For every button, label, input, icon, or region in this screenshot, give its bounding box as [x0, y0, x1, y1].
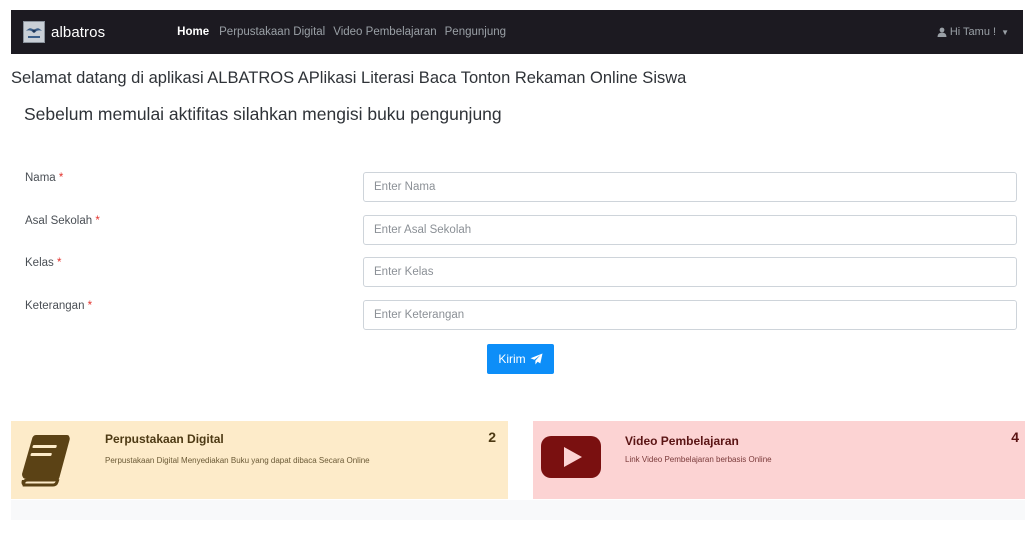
youtube-play-icon	[541, 436, 601, 478]
nav-links: Home Perpustakaan Digital Video Pembelaj…	[177, 26, 514, 38]
card-video-pembelajaran[interactable]: Video Pembelajaran Link Video Pembelajar…	[533, 421, 1025, 499]
user-menu-dropdown[interactable]: Hi Tamu ! ▼	[937, 10, 1009, 54]
keterangan-input[interactable]	[363, 300, 1017, 330]
card-title: Perpustakaan Digital	[105, 432, 224, 446]
card-description: Link Video Pembelajaran berbasis Online	[625, 455, 772, 464]
form-row-kelas: Kelas *	[11, 257, 1017, 287]
form-row-asal-sekolah: Asal Sekolah *	[11, 215, 1017, 245]
required-mark: *	[56, 257, 62, 269]
paper-plane-icon	[530, 353, 543, 365]
asal-sekolah-input[interactable]	[363, 215, 1017, 245]
top-navbar: albatros Home Perpustakaan Digital Video…	[11, 10, 1023, 54]
nav-link-video-pembelajaran[interactable]: Video Pembelajaran	[333, 26, 436, 38]
kirim-button[interactable]: Kirim	[487, 344, 554, 374]
albatros-logo-icon	[23, 21, 45, 43]
user-greeting: Hi Tamu !	[949, 26, 997, 38]
kelas-label: Kelas *	[25, 257, 62, 269]
form-row-keterangan: Keterangan *	[11, 300, 1017, 330]
nav-link-home[interactable]: Home	[177, 26, 209, 38]
welcome-heading: Selamat datang di aplikasi ALBATROS APli…	[11, 69, 687, 87]
form-instruction-heading: Sebelum memulai aktifitas silahkan mengi…	[24, 104, 502, 124]
required-mark: *	[95, 215, 100, 227]
book-icon	[21, 435, 70, 487]
nav-link-perpustakaan-digital[interactable]: Perpustakaan Digital	[219, 26, 325, 38]
card-description: Perpustakaan Digital Menyediakan Buku ya…	[105, 456, 370, 465]
card-count: 2	[488, 429, 496, 445]
user-icon	[937, 27, 947, 37]
asal-sekolah-label: Asal Sekolah *	[25, 215, 100, 227]
brand-name: albatros	[51, 23, 106, 41]
nama-label: Nama *	[25, 172, 64, 184]
keterangan-label: Keterangan *	[25, 300, 93, 312]
kelas-input[interactable]	[363, 257, 1017, 287]
required-mark: *	[58, 172, 64, 184]
kirim-label: Kirim	[498, 352, 526, 366]
brand[interactable]: albatros	[23, 21, 105, 43]
nav-link-pengunjung[interactable]: Pengunjung	[445, 26, 506, 38]
footer-strip	[11, 500, 1025, 520]
caret-down-icon: ▼	[1001, 27, 1009, 37]
form-row-nama: Nama *	[11, 172, 1017, 202]
nama-input[interactable]	[363, 172, 1017, 202]
card-count: 4	[1011, 429, 1019, 445]
card-perpustakaan-digital[interactable]: Perpustakaan Digital Perpustakaan Digita…	[11, 421, 508, 499]
card-title: Video Pembelajaran	[625, 434, 739, 448]
required-mark: *	[87, 300, 93, 312]
